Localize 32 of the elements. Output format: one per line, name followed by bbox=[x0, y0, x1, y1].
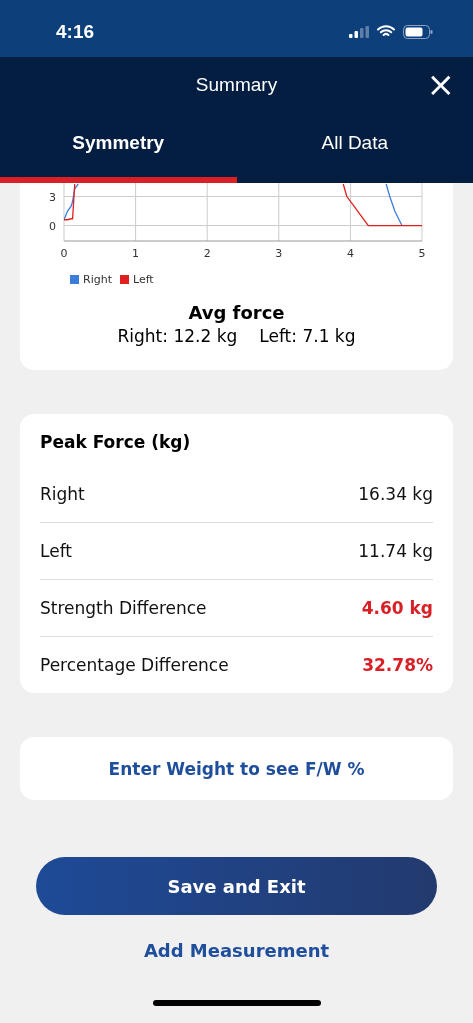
row-label: Right bbox=[40, 484, 85, 504]
save-button[interactable]: Save and Exit bbox=[36, 857, 437, 915]
wifi-icon bbox=[377, 25, 395, 38]
axis-tick-label: 0 bbox=[49, 219, 56, 233]
enter-weight-button[interactable]: Enter Weight to see F/W % bbox=[20, 737, 453, 800]
add-measurement-link[interactable]: Add Measurement bbox=[137, 939, 336, 962]
axis-tick-label: 3 bbox=[275, 247, 283, 260]
avg-force-title: Avg force bbox=[188, 302, 285, 323]
axis-tick-label: 2 bbox=[203, 247, 211, 260]
signal-icon bbox=[349, 25, 369, 38]
avg-left-value: Left: 7.1 kg bbox=[259, 326, 356, 346]
screen-title: Summary bbox=[195, 74, 278, 96]
row-label: Percentage Difference bbox=[40, 655, 229, 675]
row-value: 11.74 kg bbox=[358, 541, 433, 561]
card-title: Peak Force (kg) bbox=[40, 431, 192, 454]
row-value: 16.34 kg bbox=[358, 484, 433, 504]
axis-tick-label: 0 bbox=[60, 247, 68, 260]
tab[interactable]: All Data bbox=[236, 113, 473, 183]
battery-icon bbox=[403, 24, 433, 39]
legend-label: Right bbox=[83, 273, 112, 286]
row-value: 4.60 kg bbox=[361, 598, 433, 618]
axis-tick-label: 3 bbox=[49, 190, 56, 204]
axis-tick-label: 5 bbox=[418, 247, 426, 260]
legend-label: Left bbox=[132, 273, 154, 286]
close-button[interactable]: × bbox=[424, 69, 457, 99]
avg-right-value: Right: 12.2 kg bbox=[117, 326, 238, 346]
axis-tick-label: 1 bbox=[132, 247, 140, 260]
row-label: Strength Difference bbox=[40, 598, 207, 618]
status-time: 4:16 bbox=[56, 19, 95, 43]
row-value: 32.78% bbox=[362, 655, 433, 675]
axis-tick-label: 4 bbox=[346, 247, 354, 260]
row-label: Left bbox=[40, 541, 72, 561]
